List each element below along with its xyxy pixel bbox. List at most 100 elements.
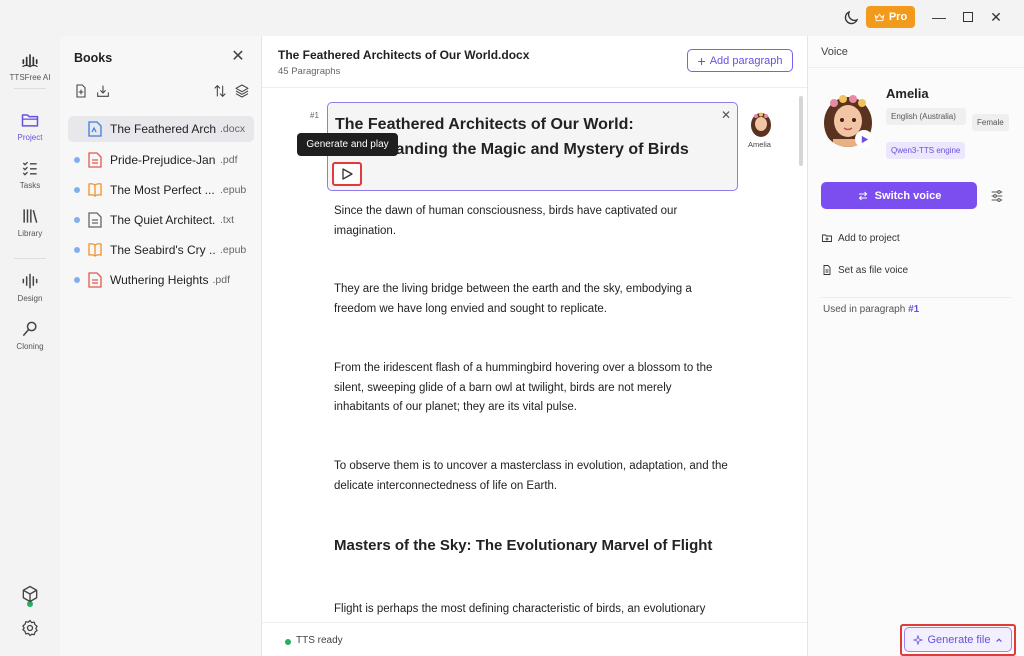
nav-label: Library (17, 229, 43, 238)
voice-name: Amelia (886, 86, 929, 101)
paragraph[interactable]: To observe them is to uncover a mastercl… (334, 457, 729, 496)
book-dot (74, 157, 80, 163)
book-dot (74, 247, 80, 253)
book-name: Pride-Prejudice-Jan... (110, 153, 216, 167)
pdf-file-icon (88, 152, 102, 168)
paragraph-count: 45 Paragraphs (278, 66, 341, 77)
generate-file-label: Generate file (927, 633, 991, 646)
generate-play-button[interactable] (332, 162, 362, 186)
nav-tasks[interactable]: Tasks (0, 158, 60, 190)
book-ext: .epub (220, 244, 247, 256)
pro-label: Pro (888, 11, 908, 23)
book-name: The Quiet Architect... (110, 213, 216, 227)
epub-book-icon (88, 243, 102, 257)
scrollbar[interactable] (799, 96, 803, 166)
app-name: TTSFree AI (9, 73, 51, 82)
language-tag: English (Australia) (886, 108, 966, 125)
docx-file-icon (88, 121, 102, 137)
gear-icon (22, 619, 38, 637)
app-logo: TTSFree AI (0, 50, 60, 82)
set-file-voice-label: Set as file voice (838, 264, 909, 276)
add-paragraph-label: Add paragraph (709, 54, 783, 67)
close-window-icon[interactable]: ✕ (987, 8, 1005, 26)
editor-header: The Feathered Architects of Our World.do… (262, 36, 807, 88)
paragraph[interactable]: Since the dawn of human consciousness, b… (334, 202, 729, 241)
minimize-icon[interactable]: — (930, 8, 948, 26)
used-in-link[interactable]: #1 (908, 304, 919, 315)
paragraph-subheading[interactable]: Masters of the Sky: The Evolutionary Mar… (334, 537, 712, 554)
voice-panel-title: Voice (821, 46, 848, 58)
plus-icon: + (697, 52, 706, 69)
voice-avatar[interactable] (750, 111, 772, 137)
file-icon (823, 265, 831, 275)
book-item[interactable]: The Seabird's Cry ... .epub (68, 237, 254, 263)
book-name: The Most Perfect ... (110, 183, 215, 197)
voice-header: Voice (808, 36, 1024, 68)
nav-settings[interactable] (0, 618, 60, 638)
book-ext: .txt (220, 214, 235, 226)
play-icon (342, 168, 353, 180)
nav-packages[interactable] (0, 584, 60, 604)
new-file-icon[interactable] (73, 83, 89, 99)
close-icon[interactable]: ✕ (721, 108, 731, 122)
books-panel: Books ✕ The Feathered Arch... .docx Prid… (60, 36, 262, 656)
divider (14, 88, 46, 89)
book-item[interactable]: The Feathered Arch... .docx (68, 116, 254, 142)
book-ext: .pdf (212, 274, 231, 286)
book-item[interactable]: The Most Perfect ... .epub (68, 177, 254, 203)
engine-tag: Qwen3-TTS engine (886, 142, 966, 159)
tts-status: TTS ready (296, 635, 343, 646)
switch-voice-button[interactable]: Switch voice (821, 182, 977, 209)
add-to-project-button[interactable]: Add to project (821, 232, 900, 244)
play-icon (861, 135, 868, 143)
book-ext: .docx (220, 123, 246, 135)
folder-plus-icon (822, 234, 832, 242)
crown-icon (874, 13, 885, 21)
add-paragraph-button[interactable]: + Add paragraph (687, 49, 793, 72)
book-name: The Feathered Arch... (110, 122, 216, 136)
book-item[interactable]: The Quiet Architect... .txt (68, 207, 254, 233)
cloning-icon (22, 321, 37, 337)
nav-label: Project (17, 133, 43, 142)
paragraph-number: #1 (310, 111, 319, 120)
nav-project[interactable]: Project (0, 110, 60, 142)
document-title: The Feathered Architects of Our World.do… (278, 48, 530, 62)
library-icon (23, 209, 38, 223)
import-icon[interactable] (95, 83, 111, 99)
logo-icon (22, 54, 38, 68)
nav-design[interactable]: Design (0, 271, 60, 303)
book-item[interactable]: Wuthering Heights .pdf (68, 267, 254, 293)
add-to-project-label: Add to project (838, 232, 900, 244)
paragraph[interactable]: Flight is perhaps the most defining char… (334, 600, 729, 620)
nav-cloning[interactable]: Cloning (0, 319, 60, 351)
pdf-file-icon (88, 272, 102, 288)
nav-library[interactable]: Library (0, 206, 60, 238)
tooltip: Generate and play (297, 133, 398, 156)
avatar-play-button[interactable] (855, 130, 873, 148)
book-item[interactable]: Pride-Prejudice-Jan... .pdf (68, 147, 254, 173)
books-title: Books (74, 51, 113, 65)
dark-mode-icon[interactable] (842, 9, 860, 27)
book-dot (74, 187, 80, 193)
set-file-voice-button[interactable]: Set as file voice (821, 264, 908, 276)
pro-button[interactable]: Pro (866, 6, 915, 28)
paragraph[interactable]: From the iridescent flash of a hummingbi… (334, 359, 729, 418)
sparkle-icon (912, 634, 923, 645)
close-icon[interactable]: ✕ (230, 49, 246, 65)
sort-icon[interactable] (212, 83, 228, 99)
layers-icon[interactable] (234, 83, 250, 99)
waveform-icon (22, 273, 38, 289)
status-bar: TTS ready (262, 622, 807, 656)
paragraph[interactable]: They are the living bridge between the e… (334, 280, 729, 319)
used-in-label: Used in paragraph (823, 304, 906, 315)
generate-file-button[interactable]: Generate file (904, 627, 1012, 652)
maximize-icon[interactable] (959, 8, 977, 26)
sliders-icon[interactable] (989, 188, 1005, 204)
book-name: The Seabird's Cry ... (110, 243, 216, 257)
chevron-up-icon (996, 637, 1003, 642)
nav-rail: TTSFree AI Project Tasks Library Design … (0, 36, 60, 656)
nav-label: Cloning (16, 342, 44, 351)
book-dot (74, 126, 80, 132)
package-icon (22, 585, 38, 603)
gender-tag: Female (972, 114, 1009, 131)
